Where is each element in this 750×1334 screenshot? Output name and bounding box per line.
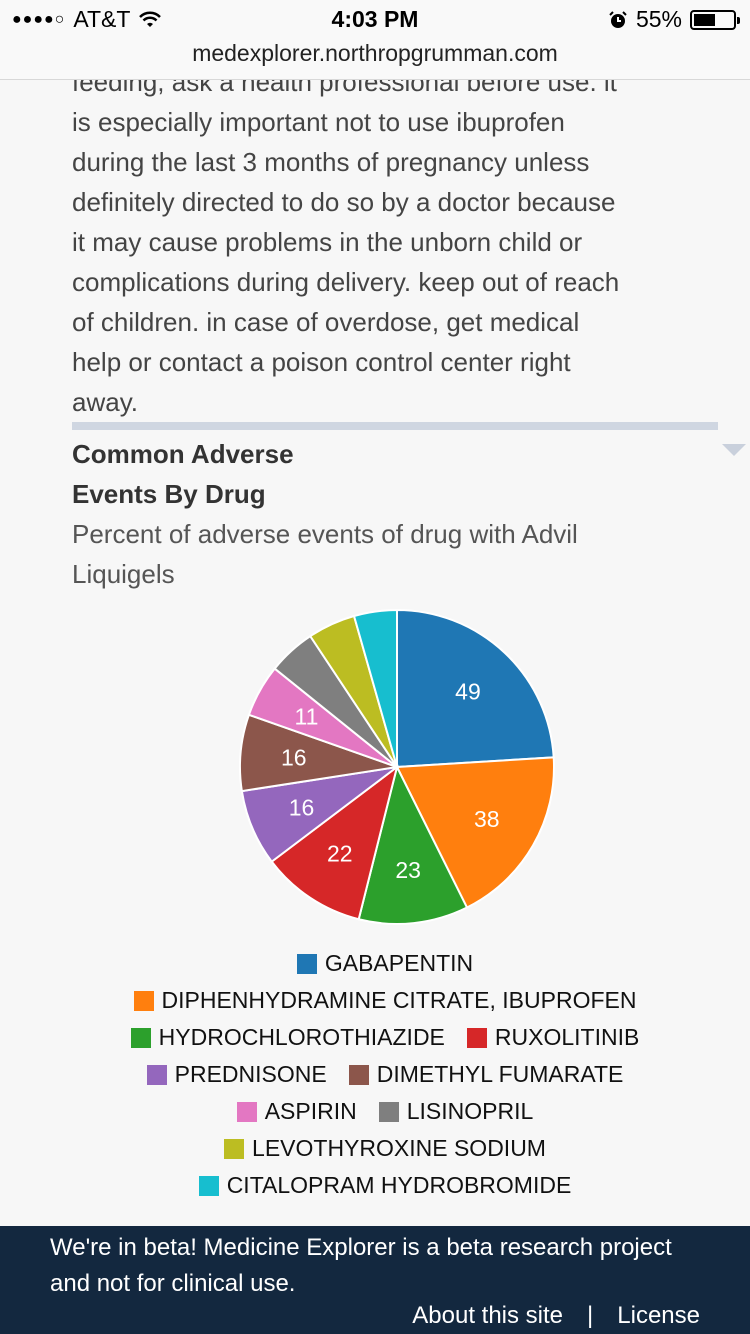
pie-value-label: 22 [327,840,353,866]
legend-swatch [198,1175,219,1196]
legend-item[interactable]: DIPHENHYDRAMINE CITRATE, IBUPROFEN [133,987,637,1014]
legend-swatch [130,1027,151,1048]
warning-line: help or contact a poison control center … [72,347,571,377]
legend-item[interactable]: RUXOLITINIB [466,1024,640,1051]
footer-links: About this site | License [412,1302,700,1330]
legend-item[interactable]: ASPIRIN [236,1098,357,1125]
license-link[interactable]: License [617,1302,700,1330]
legend-label: DIPHENHYDRAMINE CITRATE, IBUPROFEN [161,987,637,1013]
legend-swatch [146,1064,167,1085]
warning-line: away. [72,387,138,417]
legend-row: PREDNISONE DIMETHYL FUMARATE [0,1056,750,1093]
legend-swatch [133,990,154,1011]
legend-swatch [466,1027,487,1048]
legend-item[interactable]: GABAPENTIN [296,950,474,977]
pie-value-label: 49 [455,679,481,705]
legend-swatch [236,1101,257,1122]
battery-icon [690,9,740,30]
about-link[interactable]: About this site [412,1302,563,1330]
legend-label: RUXOLITINIB [494,1024,640,1050]
legend-row: HYDROCHLOROTHIAZIDE RUXOLITINIB [0,1019,750,1056]
section-title-line2: Events By Drug [72,479,266,509]
pie-value-label: 23 [395,857,421,883]
legend-label: LEVOTHYROXINE SODIUM [252,1135,546,1161]
legend-label: ASPIRIN [264,1098,357,1124]
chevron-down-icon[interactable] [722,444,746,456]
legend-item[interactable]: HYDROCHLOROTHIAZIDE [130,1024,445,1051]
pie-value-label: 38 [474,806,500,832]
legend-label: CITALOPRAM HYDROBROMIDE [226,1172,572,1198]
warning-line: definitely directed to do so by a doctor… [72,187,616,217]
warning-line: during the last 3 months of pregnancy un… [72,147,590,177]
pie-chart[interactable]: 49 38 23 22 16 16 11 [230,600,564,934]
warning-line: it may cause problems in the unborn chil… [72,227,583,257]
chart-subtitle-line2: Liquigels [72,559,175,589]
legend-label: DIMETHYL FUMARATE [376,1061,624,1087]
chart-subtitle: Percent of adverse events of drug with A… [72,514,672,594]
section-title-line1: Common Adverse [72,439,294,469]
warning-line: of children. in case of overdose, get me… [72,307,580,337]
legend-label: GABAPENTIN [324,950,474,976]
section-title: Common Adverse Events By Drug [72,434,412,514]
pie-value-label: 16 [289,794,315,820]
legend-swatch [348,1064,369,1085]
legend-label: HYDROCHLOROTHIAZIDE [158,1024,445,1050]
legend-row: ASPIRIN LISINOPRIL [0,1093,750,1130]
legend-item[interactable]: LEVOTHYROXINE SODIUM [224,1135,546,1162]
chart-subtitle-line1: Percent of adverse events of drug with A… [72,519,578,549]
link-separator: | [587,1302,594,1329]
chart-legend: GABAPENTIN DIPHENHYDRAMINE CITRATE, IBUPR… [0,945,750,1204]
legend-row: DIPHENHYDRAMINE CITRATE, IBUPROFEN [0,982,750,1019]
battery-percent: 55% [635,6,682,32]
legend-item[interactable]: LISINOPRIL [378,1098,534,1125]
legend-item[interactable]: DIMETHYL FUMARATE [348,1061,624,1088]
legend-row: LEVOTHYROXINE SODIUM [0,1130,750,1167]
beta-footer: We're in beta! Medicine Explorer is a be… [0,1226,750,1334]
pie-value-label: 11 [295,704,319,730]
legend-item[interactable]: PREDNISONE [146,1061,327,1088]
pie-value-label: 16 [281,744,307,770]
legend-item[interactable]: CITALOPRAM HYDROBROMIDE [198,1172,572,1199]
alarm-clock-icon [609,10,627,28]
address-bar-url[interactable]: medexplorer.northropgrumman.com [0,40,750,67]
legend-label: LISINOPRIL [406,1098,534,1124]
legend-swatch [296,953,317,974]
warning-line: complications during delivery. keep out … [72,267,620,297]
legend-label: PREDNISONE [174,1061,327,1087]
section-divider [72,422,718,430]
beta-message: We're in beta! Medicine Explorer is a be… [50,1234,672,1297]
status-bar: ●●●●○ AT&T 4:03 PM 55% [0,6,750,36]
legend-row: GABAPENTIN [0,945,750,982]
warning-paragraph: feeding, ask a health professional befor… [72,62,672,422]
battery-level-fill [694,13,715,26]
warning-line: is especially important not to use ibupr… [72,107,565,137]
legend-swatch [378,1101,399,1122]
browser-chrome: ●●●●○ AT&T 4:03 PM 55% medexplorer.north… [0,0,750,80]
legend-row: CITALOPRAM HYDROBROMIDE [0,1167,750,1204]
page-content: feeding, ask a health professional befor… [0,0,750,1334]
legend-swatch [224,1138,245,1159]
